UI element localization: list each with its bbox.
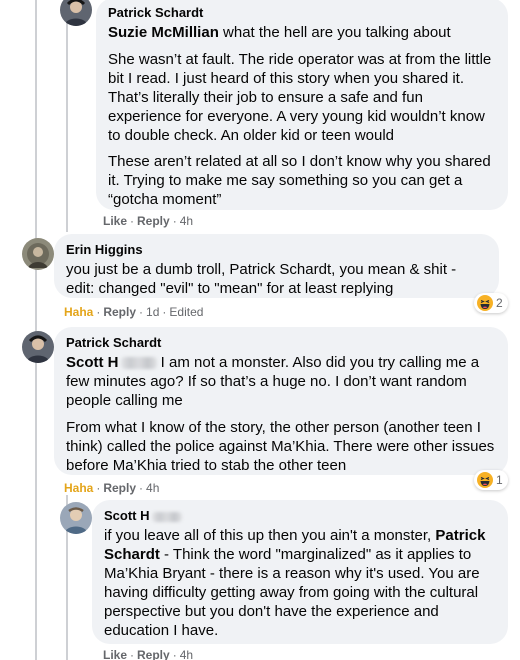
timestamp[interactable]: 4h [180, 214, 193, 228]
comment-actions: Like · Reply · 4h [103, 648, 194, 660]
comment-author[interactable]: Erin Higgins [66, 242, 487, 258]
comment-author[interactable]: Patrick Schardt [108, 5, 496, 21]
comment-bubble: Scott H if you leave all of this up then… [92, 500, 508, 644]
comment-bubble: Erin Higgins you just be a dumb troll, P… [54, 234, 499, 298]
comment-author: Scott H [104, 508, 496, 524]
comment-actions: Like · Reply · 4h [103, 214, 194, 228]
comment-text: if you leave all of this up then you ain… [104, 527, 486, 639]
mention-link[interactable]: Scott H [66, 354, 119, 371]
timestamp[interactable]: 4h [180, 648, 193, 660]
blurred-name [151, 511, 182, 522]
comment-paragraph: She wasn’t at fault. The ride operator w… [108, 51, 492, 144]
reaction-count-value: 1 [496, 473, 503, 487]
avatar[interactable] [60, 0, 92, 26]
comment-paragraph: From what I know of the story, the other… [66, 419, 495, 474]
haha-emoji-icon [477, 295, 493, 311]
comment-text: Scott H I am not a monster. Also did you… [66, 354, 495, 474]
reply-button[interactable]: Reply [103, 481, 136, 495]
blurred-name [120, 357, 157, 370]
comment-actions: Haha · Reply · 4h [64, 481, 160, 495]
comment-text: Suzie McMillian what the hell are you ta… [108, 23, 496, 209]
reply-button[interactable]: Reply [137, 648, 170, 660]
avatar[interactable] [60, 502, 92, 534]
reply-button[interactable]: Reply [137, 214, 170, 228]
avatar[interactable] [22, 238, 54, 270]
timestamp[interactable]: 1d [146, 305, 159, 319]
comment-text: you just be a dumb troll, Patrick Schard… [66, 261, 457, 297]
edited-label[interactable]: Edited [169, 305, 203, 319]
haha-reaction-button[interactable]: Haha [64, 481, 93, 495]
like-button[interactable]: Like [103, 648, 127, 660]
like-button[interactable]: Like [103, 214, 127, 228]
reply-button[interactable]: Reply [103, 305, 136, 319]
thread-line [35, 0, 37, 660]
timestamp[interactable]: 4h [146, 481, 159, 495]
comment-author[interactable]: Patrick Schardt [66, 335, 496, 351]
comment-bubble: Patrick Schardt Scott H I am not a monst… [54, 327, 508, 475]
reaction-count[interactable]: 1 [474, 470, 508, 490]
reaction-count-value: 2 [496, 296, 503, 310]
thread-line [66, 0, 68, 232]
comment-bubble: Patrick Schardt Suzie McMillian what the… [96, 0, 508, 210]
haha-emoji-icon [477, 472, 493, 488]
mention-link[interactable]: Suzie McMillian [108, 24, 219, 41]
haha-reaction-button[interactable]: Haha [64, 305, 93, 319]
avatar[interactable] [22, 331, 54, 363]
reaction-count[interactable]: 2 [474, 293, 508, 313]
comment-paragraph: These aren’t related at all so I don’t k… [108, 153, 491, 208]
comment-actions: Haha · Reply · 1d · Edited [64, 305, 204, 319]
